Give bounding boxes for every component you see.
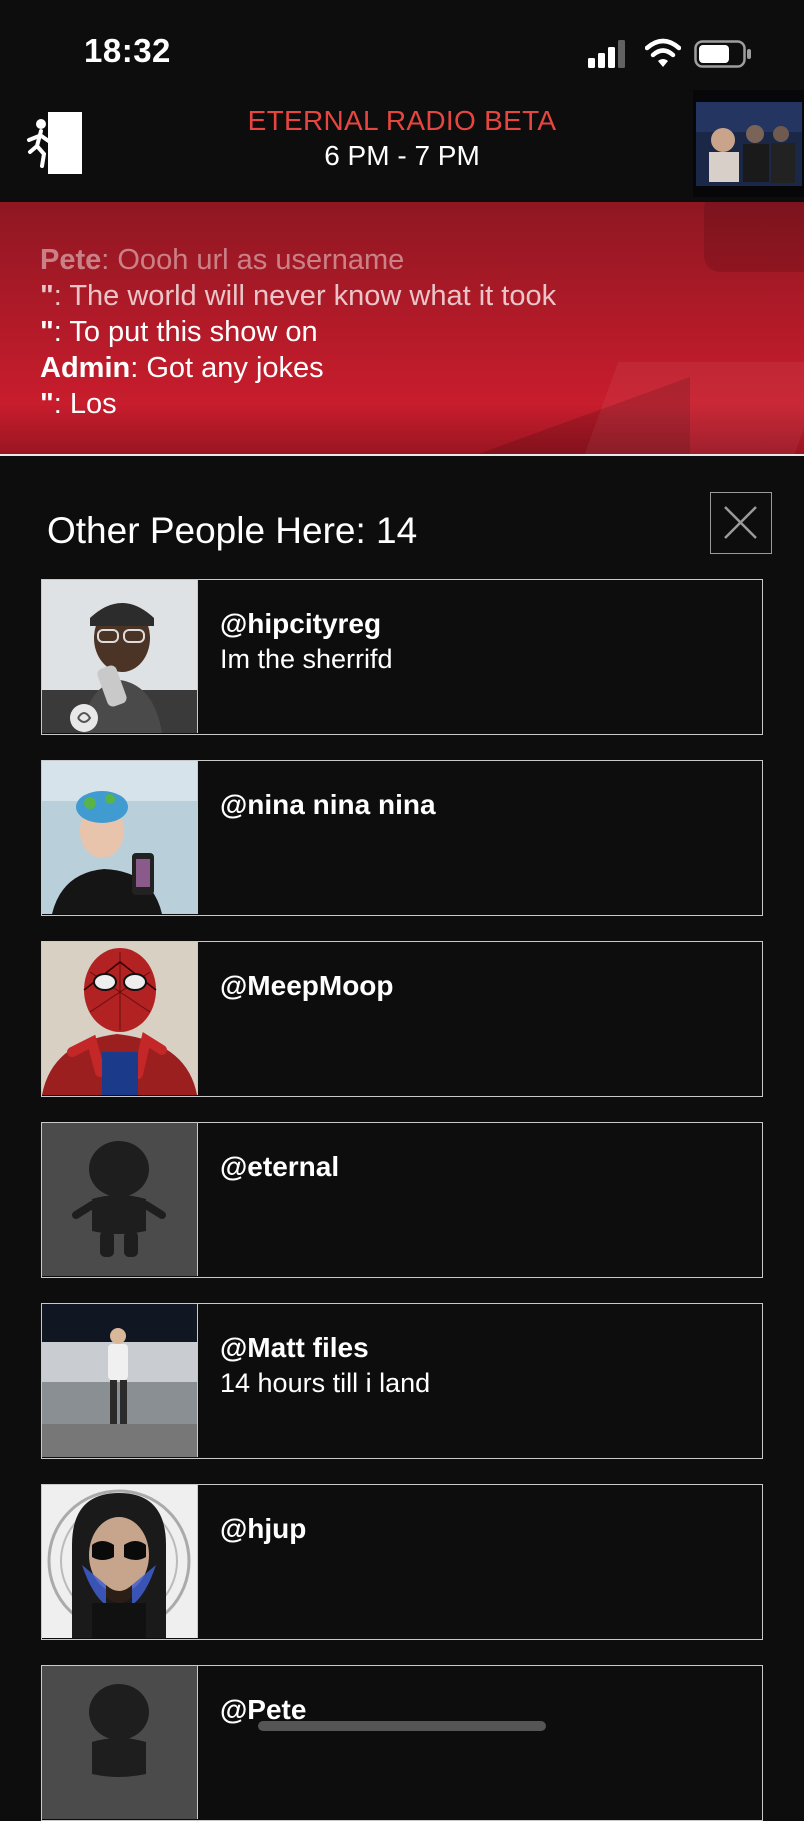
person-username: @Matt files: [220, 1332, 369, 1363]
chat-text: : To put this show on: [53, 316, 318, 348]
chat-text: : Oooh url as username: [101, 244, 405, 276]
avatar: [42, 580, 198, 733]
avatar: [42, 1485, 198, 1638]
chat-background-shape: [704, 202, 804, 272]
avatar: [42, 1123, 198, 1276]
chat-text: : Los: [53, 388, 117, 420]
avatar: [42, 1304, 198, 1457]
chat-username: Admin: [40, 352, 131, 384]
chat-username: ": [40, 316, 54, 348]
person-row[interactable]: @hipcityreg Im the sherrifd: [41, 579, 763, 735]
avatar: [42, 942, 198, 1095]
person-row[interactable]: @MeepMoop: [41, 941, 763, 1097]
battery-icon: [694, 40, 751, 68]
close-button[interactable]: [710, 492, 772, 554]
person-status: Im the sherrifd: [220, 644, 393, 674]
chat-username: Pete: [40, 244, 102, 276]
home-indicator[interactable]: [258, 1721, 546, 1731]
panel-title: Other People Here: 14: [47, 510, 418, 551]
wifi-icon: [645, 38, 681, 67]
person-row[interactable]: @Pete: [41, 1665, 763, 1821]
show-time-range: 6 PM - 7 PM: [324, 140, 480, 171]
person-row[interactable]: @eternal: [41, 1122, 763, 1278]
person-username: @eternal: [220, 1151, 340, 1182]
person-status: 14 hours till i land: [220, 1368, 431, 1398]
default-avatar-icon: [42, 1666, 197, 1819]
chat-message: Pete: Oooh url as username: [40, 244, 404, 277]
chat-message: ": The world will never know what it too…: [40, 280, 556, 313]
person-username: @hipcityreg: [220, 608, 382, 639]
close-icon: [724, 506, 757, 539]
station-name: ETERNAL RADIO BETA: [247, 105, 557, 136]
person-username: @nina nina nina: [220, 789, 436, 820]
person-row[interactable]: @hjup: [41, 1484, 763, 1640]
chat-text: : Got any jokes: [130, 352, 324, 384]
status-time: 18:32: [84, 32, 171, 69]
chat-text: : The world will never know what it took: [53, 280, 557, 312]
chat-message: ": To put this show on: [40, 316, 318, 349]
default-avatar-icon: [42, 1123, 197, 1276]
person-username: @MeepMoop: [220, 970, 394, 1001]
chat-feed[interactable]: Pete: Oooh url as username ": The world …: [0, 202, 804, 454]
chat-message: Admin: Got any jokes: [40, 352, 324, 385]
chat-username: ": [40, 388, 54, 420]
chat-background-shape: [581, 362, 804, 454]
avatar: [42, 1666, 198, 1819]
chat-message: ": Los: [40, 388, 117, 421]
divider: [0, 454, 804, 456]
avatar: [42, 761, 198, 914]
app-header: ETERNAL RADIO BETA 6 PM - 7 PM: [0, 90, 804, 202]
person-username: @hjup: [220, 1513, 307, 1544]
signal-icon: [588, 40, 625, 68]
person-row[interactable]: @nina nina nina: [41, 760, 763, 916]
video-thumbnail[interactable]: [693, 90, 804, 197]
chat-username: ": [40, 280, 54, 312]
status-bar: 18:32: [0, 0, 804, 90]
person-row[interactable]: @Matt files 14 hours till i land: [41, 1303, 763, 1459]
